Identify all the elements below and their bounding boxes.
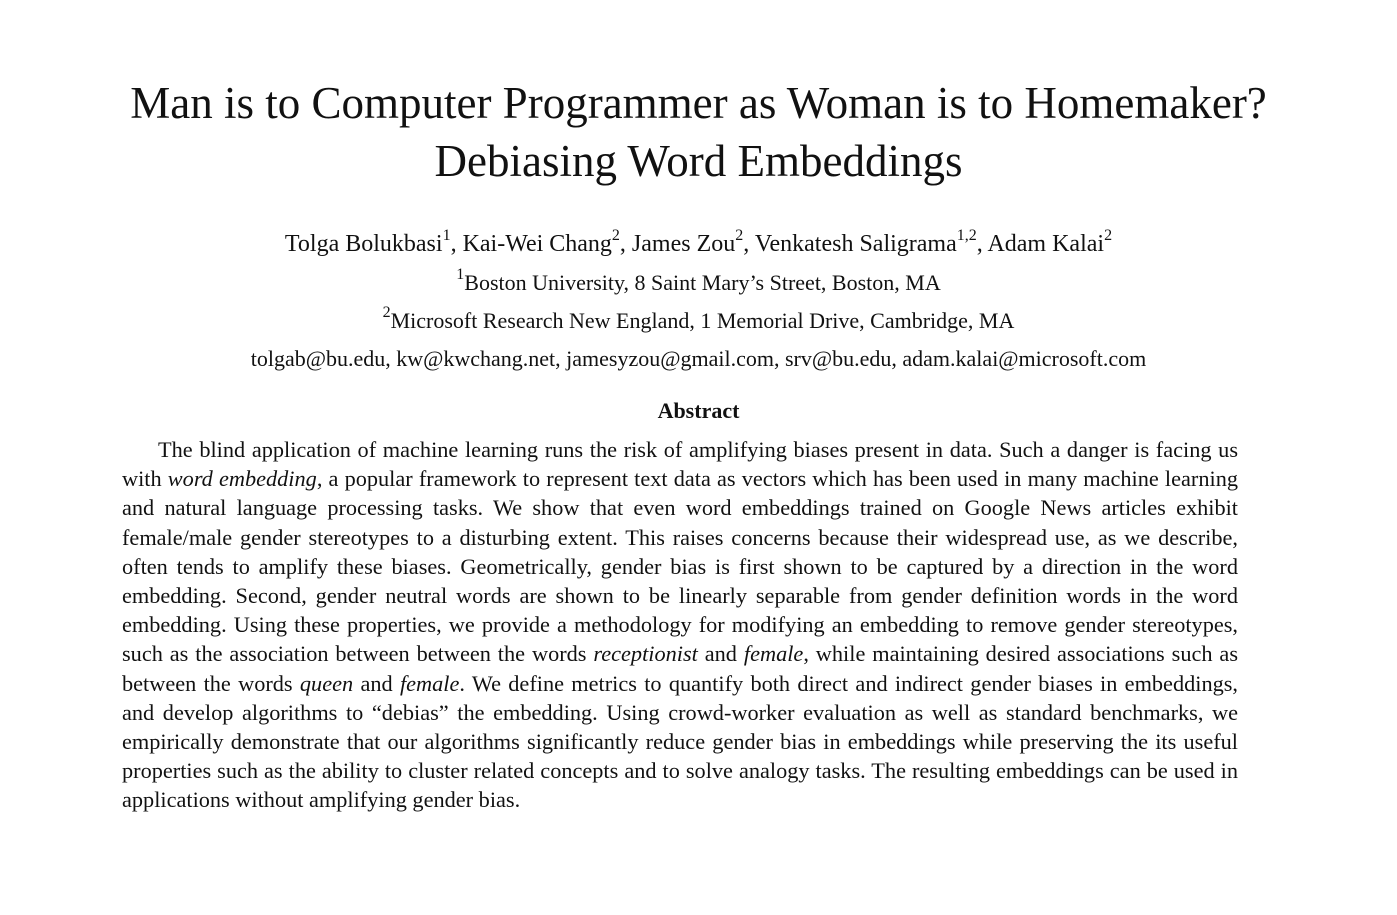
abstract-heading: Abstract	[657, 398, 740, 423]
author-separator: ,	[450, 231, 463, 257]
affiliation-text: Boston University, 8 Saint Mary’s Street…	[464, 270, 941, 295]
affiliation-microsoft-research: 2Microsoft Research New England, 1 Memor…	[40, 303, 1357, 337]
affiliation-text: Microsoft Research New England, 1 Memori…	[390, 308, 1015, 333]
abstract-emphasis: word embedding	[167, 466, 317, 492]
paper-title-line-1: Man is to Computer Programmer as Woman i…	[130, 78, 1267, 128]
author-affiliation-mark: 1,2	[956, 226, 977, 244]
author-separator: ,	[743, 231, 755, 257]
abstract-emphasis: receptionist	[593, 641, 698, 667]
author-name: Tolga Bolukbasi	[284, 231, 443, 257]
abstract-emphasis: female	[743, 641, 804, 667]
author-separator: ,	[976, 231, 988, 257]
paper-page: Man is to Computer Programmer as Woman i…	[0, 0, 1397, 915]
author-list: Tolga Bolukbasi1, Kai-Wei Chang2, James …	[40, 226, 1357, 262]
author-name: Kai-Wei Chang	[462, 231, 612, 257]
abstract-text: and	[697, 641, 744, 667]
author-name: Adam Kalai	[987, 231, 1105, 257]
abstract-emphasis: queen	[299, 670, 354, 696]
author-separator: ,	[619, 231, 632, 257]
abstract-text: , a popular framework to represent text …	[122, 466, 1238, 667]
author-name: Venkatesh Saligrama	[754, 231, 957, 257]
author-emails: tolgab@bu.edu, kw@kwchang.net, jamesyzou…	[250, 346, 1147, 371]
author-name: James Zou	[631, 231, 736, 257]
abstract-text: and	[353, 670, 400, 696]
abstract-emphasis: female	[399, 670, 460, 696]
author-affiliation-mark: 2	[1104, 226, 1113, 244]
affiliation-mark: 2	[382, 303, 391, 321]
author-affiliation-mark: 2	[611, 226, 620, 244]
paper-title-line-2: Debiasing Word Embeddings	[434, 136, 963, 186]
paper-title: Man is to Computer Programmer as Woman i…	[40, 74, 1357, 190]
affiliation-boston-university: 1Boston University, 8 Saint Mary’s Stree…	[40, 266, 1357, 299]
abstract-body: The blind application of machine learnin…	[122, 435, 1238, 815]
author-affiliation-mark: 1	[442, 226, 451, 244]
